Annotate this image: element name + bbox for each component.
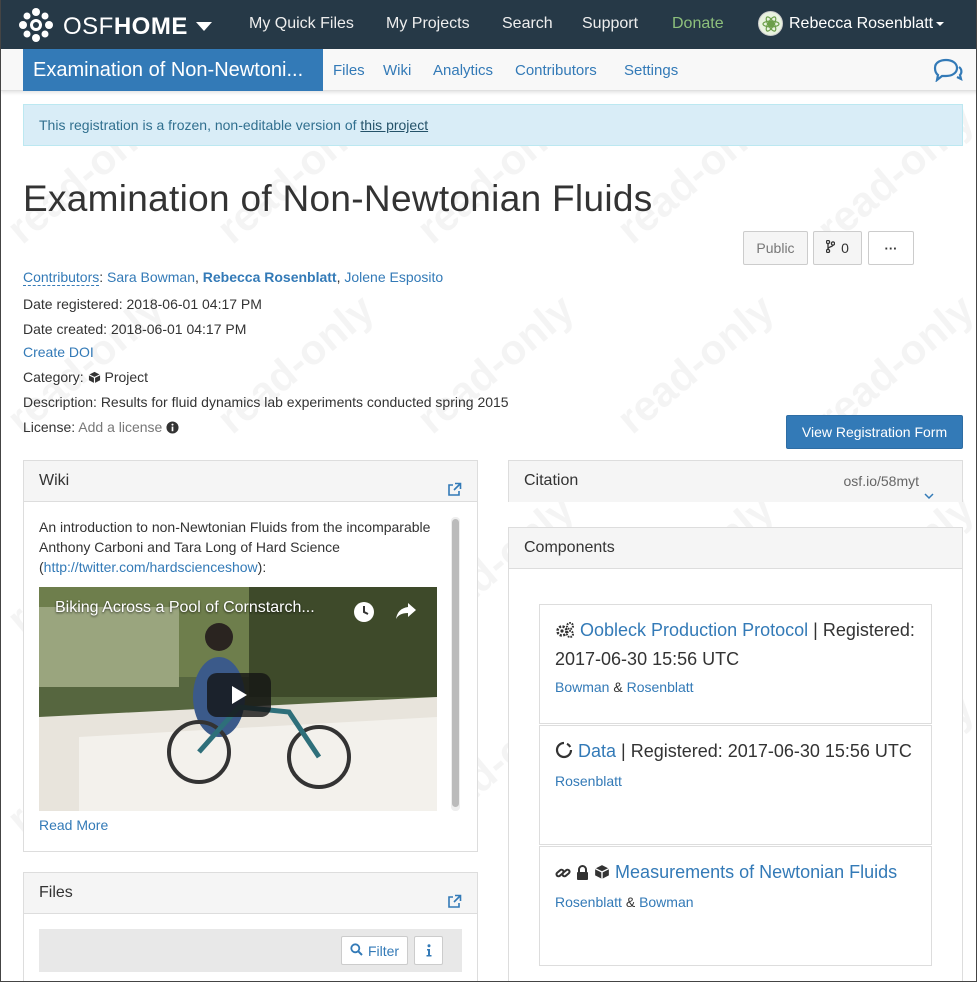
alert-text: This registration is a frozen, non-edita… xyxy=(39,117,361,133)
project-navbar: Examination of Non-Newtoni... Files Wiki… xyxy=(1,49,976,91)
date-created: Date created: 2018-06-01 04:17 PM xyxy=(23,321,247,337)
component-title-link[interactable]: Oobleck Production Protocol xyxy=(580,620,808,640)
add-license-link[interactable]: Add a license xyxy=(78,419,162,435)
user-name: Rebecca Rosenblatt xyxy=(789,14,934,32)
files-panel-header: Files xyxy=(24,873,477,914)
comments-icon[interactable] xyxy=(932,58,964,85)
filter-button[interactable]: Filter xyxy=(341,936,408,965)
embedded-video[interactable]: Biking Across a Pool of Cornstarch... xyxy=(39,587,437,811)
component-title-link[interactable]: Data xyxy=(578,741,616,761)
cube-icon xyxy=(594,861,610,888)
contributors-line: Contributors: Sara Bowman, Rebecca Rosen… xyxy=(23,269,444,286)
contributor-link[interactable]: Sara Bowman xyxy=(107,269,195,285)
share-icon[interactable] xyxy=(395,601,417,624)
files-panel: Files Filter xyxy=(23,872,478,981)
files-info-button[interactable] xyxy=(414,936,443,965)
citation-panel-header: Citation osf.io/58myt xyxy=(509,461,962,502)
registration-frozen-alert: This registration is a frozen, non-edita… xyxy=(23,104,963,146)
tab-files[interactable]: Files xyxy=(333,62,365,79)
components-panel: Components Oobleck Production Protocol |… xyxy=(508,527,963,981)
category-line: Category: Project xyxy=(23,369,149,387)
watch-later-icon[interactable] xyxy=(353,601,375,626)
user-menu[interactable]: Rebecca Rosenblatt xyxy=(758,11,945,36)
components-panel-header: Components xyxy=(509,528,962,569)
chevron-down-icon[interactable] xyxy=(924,476,934,516)
visibility-button[interactable]: Public xyxy=(743,231,808,265)
component-title-link[interactable]: Measurements of Newtonian Fluids xyxy=(615,862,897,882)
tab-analytics[interactable]: Analytics xyxy=(433,62,493,79)
author-link[interactable]: Rosenblatt xyxy=(555,773,622,789)
author-link[interactable]: Bowman xyxy=(639,894,693,910)
description-line: Description: Results for fluid dynamics … xyxy=(23,394,509,410)
nav-my-quick-files[interactable]: My Quick Files xyxy=(249,15,354,33)
video-title: Biking Across a Pool of Cornstarch... xyxy=(55,599,315,616)
wiki-panel: Wiki An introduction to non-Newtonian Fl… xyxy=(23,460,478,852)
citation-panel[interactable]: Citation osf.io/58myt xyxy=(508,460,963,502)
citation-heading: Citation xyxy=(524,472,579,489)
nav-search[interactable]: Search xyxy=(502,15,553,33)
top-navbar: OSFHOME My Quick Files My Projects Searc… xyxy=(1,0,976,49)
info-icon[interactable] xyxy=(166,421,179,437)
play-button[interactable] xyxy=(207,673,271,717)
osf-home-brand[interactable]: OSFHOME xyxy=(18,7,212,46)
wiki-scrollbar[interactable] xyxy=(451,517,460,811)
brand-dropdown-icon xyxy=(195,22,212,31)
files-toolbar: Filter xyxy=(39,929,462,972)
page-title: Examination of Non-Newtonian Fluids xyxy=(23,178,653,219)
fork-count: 0 xyxy=(841,240,849,256)
wiki-content-text: An introduction to non-Newtonian Fluids … xyxy=(39,519,431,575)
components-heading: Components xyxy=(524,539,615,556)
create-doi-line: Create DOI xyxy=(23,344,94,360)
tab-wiki[interactable]: Wiki xyxy=(383,62,411,79)
component-item: Oobleck Production Protocol | Registered… xyxy=(539,604,932,724)
wiki-heading: Wiki xyxy=(39,472,70,489)
view-registration-form-button[interactable]: View Registration Form xyxy=(786,415,963,449)
cogs-icon xyxy=(555,619,575,646)
search-icon xyxy=(350,942,363,959)
read-more-link[interactable]: Read More xyxy=(39,817,108,833)
component-item: Data | Registered: 2017-06-30 15:56 UTC … xyxy=(539,725,932,845)
brand-text: OSFHOME xyxy=(63,12,188,40)
create-doi-link[interactable]: Create DOI xyxy=(23,344,94,360)
contributors-label[interactable]: Contributors xyxy=(23,269,100,286)
nav-donate[interactable]: Donate xyxy=(672,15,724,33)
lock-icon xyxy=(576,861,589,888)
osf-logo-icon xyxy=(18,7,54,46)
date-registered: Date registered: 2018-06-01 04:17 PM xyxy=(23,296,262,312)
hardscience-link[interactable]: http://twitter.com/hardscienceshow xyxy=(44,559,258,575)
author-link[interactable]: Rosenblatt xyxy=(627,679,694,695)
more-options-button[interactable]: ··· xyxy=(868,231,914,265)
external-link-icon[interactable] xyxy=(447,885,462,925)
page-frame: read-only read-only read-only read-only … xyxy=(0,0,977,982)
this-project-link[interactable]: this project xyxy=(360,117,428,133)
fork-icon xyxy=(825,239,836,256)
author-link[interactable]: Bowman xyxy=(555,679,609,695)
cube-icon xyxy=(88,371,101,387)
external-link-icon[interactable] xyxy=(447,473,462,513)
nav-my-projects[interactable]: My Projects xyxy=(386,15,470,33)
files-heading: Files xyxy=(39,884,73,901)
link-icon xyxy=(555,861,571,888)
tab-settings[interactable]: Settings xyxy=(624,62,678,79)
spinner-icon xyxy=(555,740,573,767)
wiki-panel-header: Wiki xyxy=(24,461,477,502)
project-nav-title[interactable]: Examination of Non-Newtoni... xyxy=(23,49,323,91)
nav-support[interactable]: Support xyxy=(582,15,638,33)
info-icon xyxy=(426,944,431,957)
tab-contributors[interactable]: Contributors xyxy=(515,62,597,79)
citation-url: osf.io/58myt xyxy=(843,473,919,489)
play-icon xyxy=(232,686,247,704)
contributor-link[interactable]: Jolene Esposito xyxy=(344,269,443,285)
avatar xyxy=(758,11,783,36)
component-item: Measurements of Newtonian Fluids Rosenbl… xyxy=(539,846,932,966)
user-dropdown-icon xyxy=(936,21,945,26)
fork-button[interactable]: 0 xyxy=(813,231,862,265)
license-line: License: Add a license xyxy=(23,419,179,437)
author-link[interactable]: Rosenblatt xyxy=(555,894,622,910)
contributor-link[interactable]: Rebecca Rosenblatt xyxy=(203,269,337,285)
